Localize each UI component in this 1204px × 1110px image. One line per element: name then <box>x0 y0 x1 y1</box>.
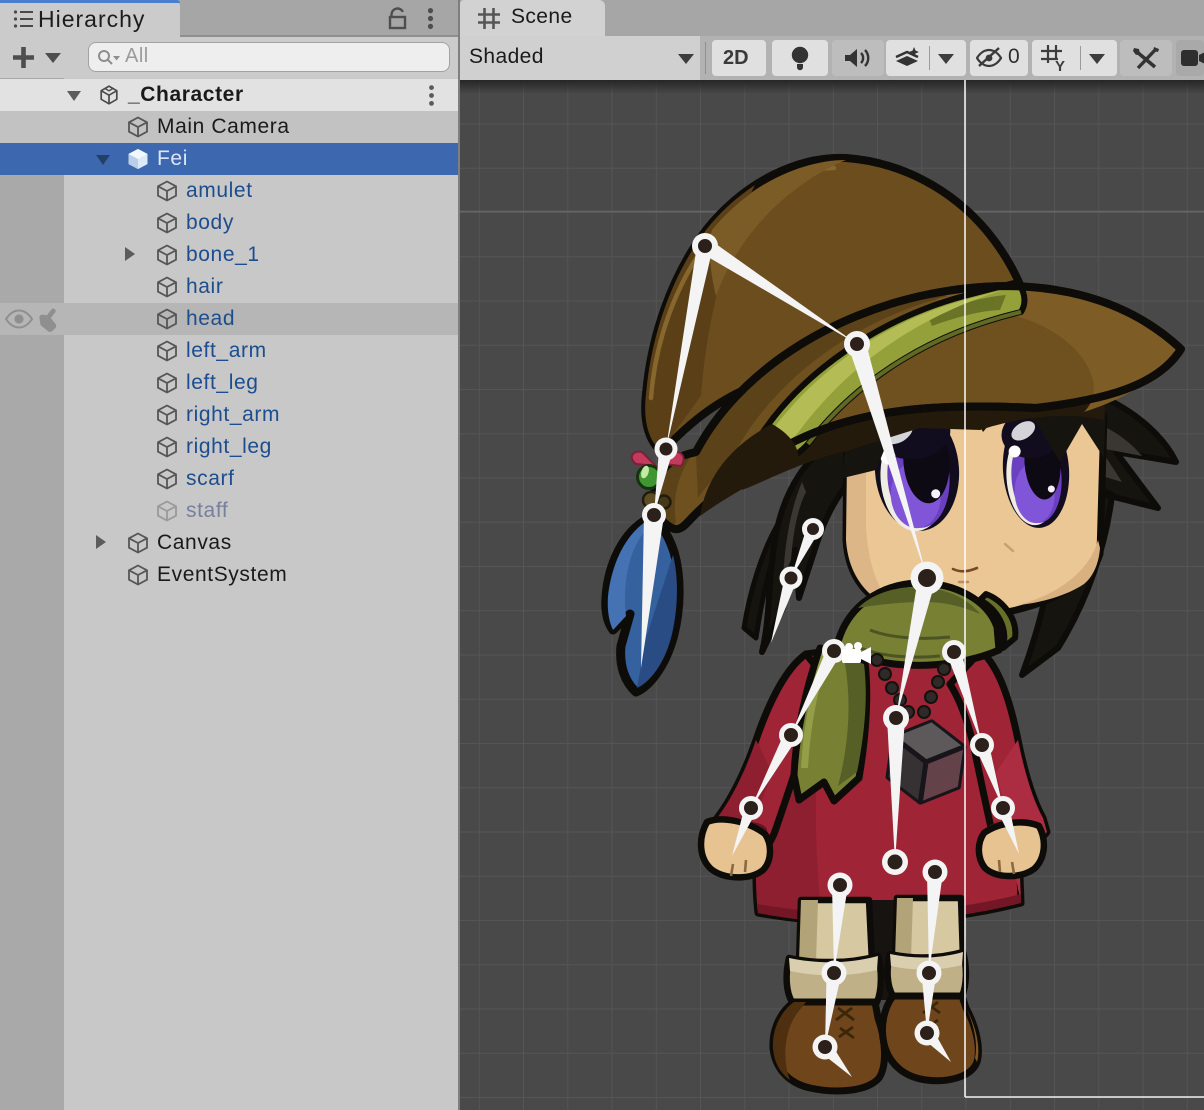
svg-text:Y: Y <box>1055 58 1065 73</box>
